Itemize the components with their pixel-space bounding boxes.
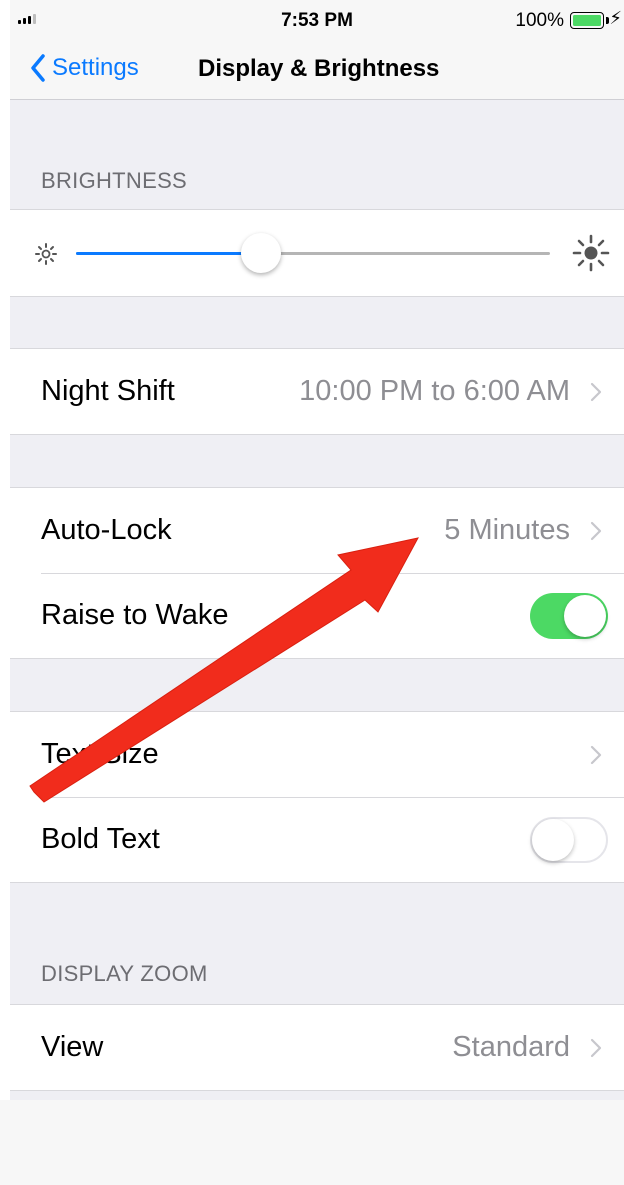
text-size-label: Text Size [41, 738, 159, 770]
sun-small-icon [35, 243, 57, 265]
chevron-right-icon [590, 745, 602, 764]
back-button-label: Settings [52, 54, 139, 81]
brightness-slider[interactable] [76, 233, 550, 273]
toggle-knob [564, 594, 606, 637]
night-shift-group: Night Shift 10:00 PM to 6:00 AM [10, 348, 624, 435]
brightness-group [10, 209, 624, 297]
toggle-knob [532, 818, 574, 861]
text-group: Text Size Bold Text [10, 711, 624, 883]
view-value: Standard [452, 1031, 570, 1063]
raise-to-wake-toggle[interactable] [530, 592, 608, 639]
brightness-section-header: BRIGHTNESS [41, 168, 188, 193]
auto-lock-label: Auto-Lock [41, 514, 172, 546]
page-footer-area [0, 1100, 624, 1185]
chevron-right-icon [590, 1038, 602, 1057]
auto-lock-value: 5 Minutes [444, 514, 570, 546]
sun-large-icon [572, 234, 610, 272]
lock-group: Auto-Lock 5 Minutes Raise to Wake [10, 487, 624, 659]
chevron-right-icon [590, 382, 602, 401]
chevron-left-icon [31, 54, 45, 82]
lightning-bolt-icon: ⚡︎ [609, 8, 622, 28]
view-label: View [41, 1031, 104, 1063]
bold-text-row: Bold Text [10, 797, 624, 882]
display-zoom-section-header: DISPLAY ZOOM [41, 961, 208, 986]
brightness-row [10, 210, 624, 296]
back-button[interactable]: Settings [30, 54, 139, 82]
raise-to-wake-label: Raise to Wake [41, 599, 229, 631]
night-shift-row[interactable]: Night Shift 10:00 PM to 6:00 AM [10, 349, 624, 434]
bold-text-label: Bold Text [41, 823, 160, 855]
raise-to-wake-row: Raise to Wake [10, 573, 624, 658]
night-shift-value: 10:00 PM to 6:00 AM [299, 375, 570, 407]
night-shift-label: Night Shift [41, 375, 175, 407]
auto-lock-row[interactable]: Auto-Lock 5 Minutes [10, 488, 624, 573]
text-size-row[interactable]: Text Size [10, 712, 624, 797]
brightness-slider-fill [76, 252, 261, 255]
settings-screen: 7:53 PM 100% ⚡︎ Settings Display & Brigh… [10, 0, 624, 1100]
chevron-right-icon [590, 521, 602, 540]
bold-text-toggle[interactable] [530, 816, 608, 863]
navigation-bar: Settings Display & Brightness [10, 40, 624, 100]
battery-percent: 100% [515, 10, 564, 31]
brightness-slider-thumb[interactable] [240, 233, 281, 273]
status-bar: 7:53 PM 100% ⚡︎ [10, 0, 624, 40]
page-title: Display & Brightness [198, 55, 440, 82]
view-row[interactable]: View Standard [10, 1005, 624, 1090]
display-zoom-group: View Standard [10, 1004, 624, 1091]
battery-icon [570, 12, 604, 29]
